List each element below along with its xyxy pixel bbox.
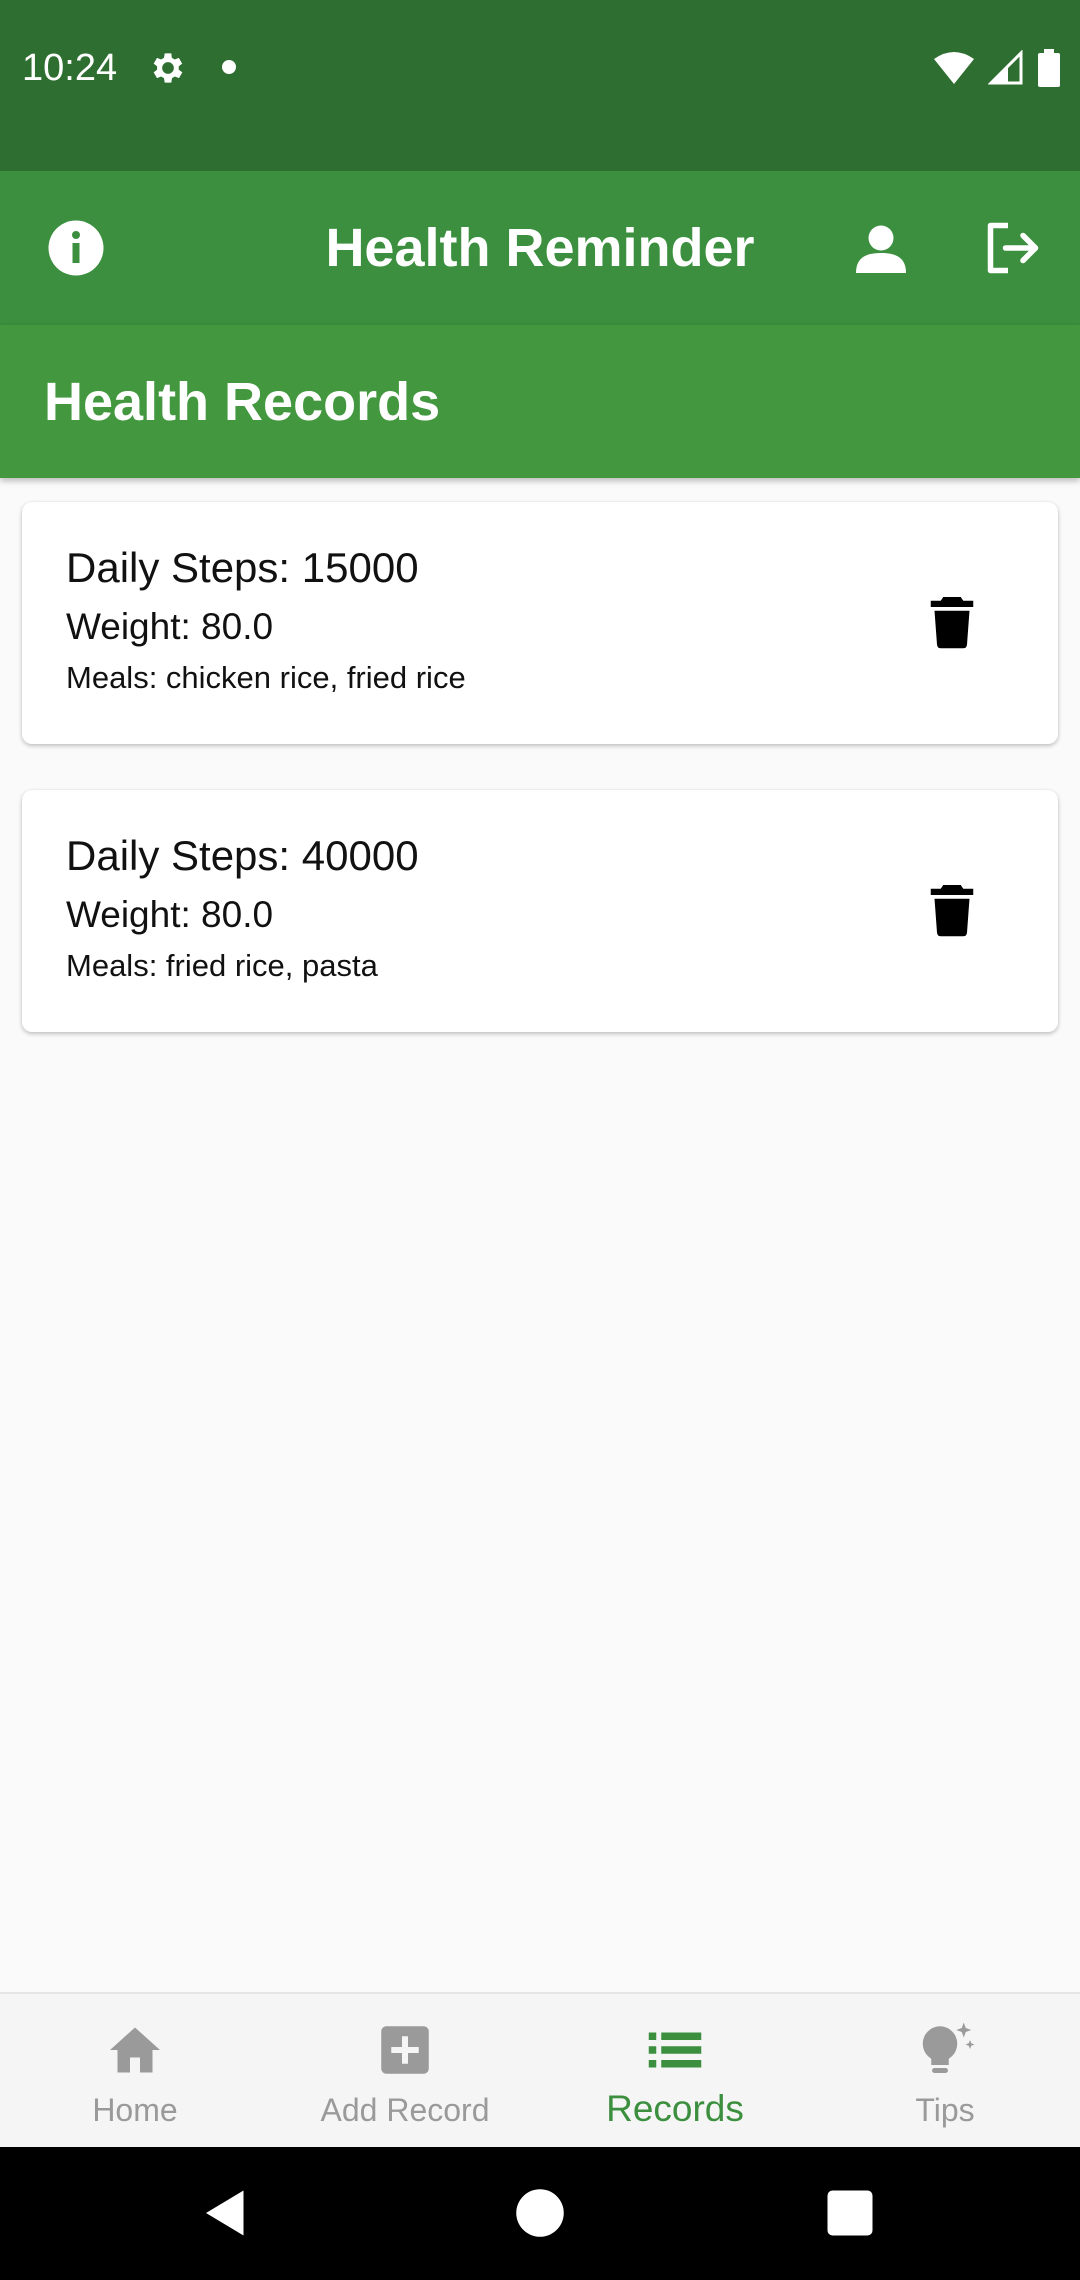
info-icon[interactable]: [46, 218, 106, 278]
nav-label-home: Home: [92, 2092, 178, 2128]
section-title: Health Records: [44, 371, 441, 432]
nav-label-tips: Tips: [915, 2092, 975, 2128]
gear-icon: [153, 53, 183, 83]
app-bar: Health Reminder: [0, 171, 1080, 325]
app-title: Health Reminder: [325, 218, 755, 278]
lightbulb-icon: [922, 2022, 975, 2073]
person-icon[interactable]: [851, 218, 911, 278]
back-icon[interactable]: [196, 2183, 256, 2243]
delete-icon[interactable]: [922, 880, 982, 940]
nav-label-add-record: Add Record: [320, 2092, 490, 2128]
nav-label-records: Records: [606, 2088, 744, 2129]
record-weight: Weight: 80.0: [66, 606, 274, 647]
nav-item-records[interactable]: Records: [540, 1994, 810, 2149]
status-bar: 10:24: [0, 0, 1080, 171]
nav-item-add-record[interactable]: Add Record: [270, 1994, 540, 2149]
recents-icon[interactable]: [820, 2183, 880, 2243]
home-circle-icon[interactable]: [510, 2183, 570, 2243]
notification-dot-icon: [222, 60, 236, 74]
wifi-icon: [934, 52, 974, 84]
delete-icon[interactable]: [922, 592, 982, 652]
logout-icon[interactable]: [983, 218, 1043, 278]
home-icon: [110, 2027, 160, 2073]
battery-icon: [1038, 49, 1060, 87]
status-time: 10:24: [22, 47, 118, 89]
record-weight: Weight: 80.0: [66, 894, 274, 935]
add-box-icon: [381, 2026, 429, 2074]
record-steps: Daily Steps: 40000: [66, 832, 419, 879]
system-navigation-bar: [0, 2147, 1080, 2280]
record-card: Daily Steps: 15000 Weight: 80.0 Meals: c…: [22, 502, 1058, 744]
nav-item-tips[interactable]: Tips: [810, 1994, 1080, 2149]
record-meals: Meals: fried rice, pasta: [66, 948, 378, 983]
record-card: Daily Steps: 40000 Weight: 80.0 Meals: f…: [22, 790, 1058, 1032]
record-steps: Daily Steps: 15000: [66, 544, 419, 591]
status-indicators: [934, 46, 1060, 90]
screen: 10:24 Health Reminder Health Records Dai…: [0, 0, 1080, 2280]
bottom-navigation: Home Add Record Records Tips: [0, 1992, 1080, 2147]
section-header: Health Records: [0, 325, 1080, 478]
record-meals: Meals: chicken rice, fried rice: [66, 660, 466, 695]
list-icon: [648, 2032, 702, 2068]
signal-icon: [988, 50, 1023, 85]
nav-item-home[interactable]: Home: [0, 1994, 270, 2149]
